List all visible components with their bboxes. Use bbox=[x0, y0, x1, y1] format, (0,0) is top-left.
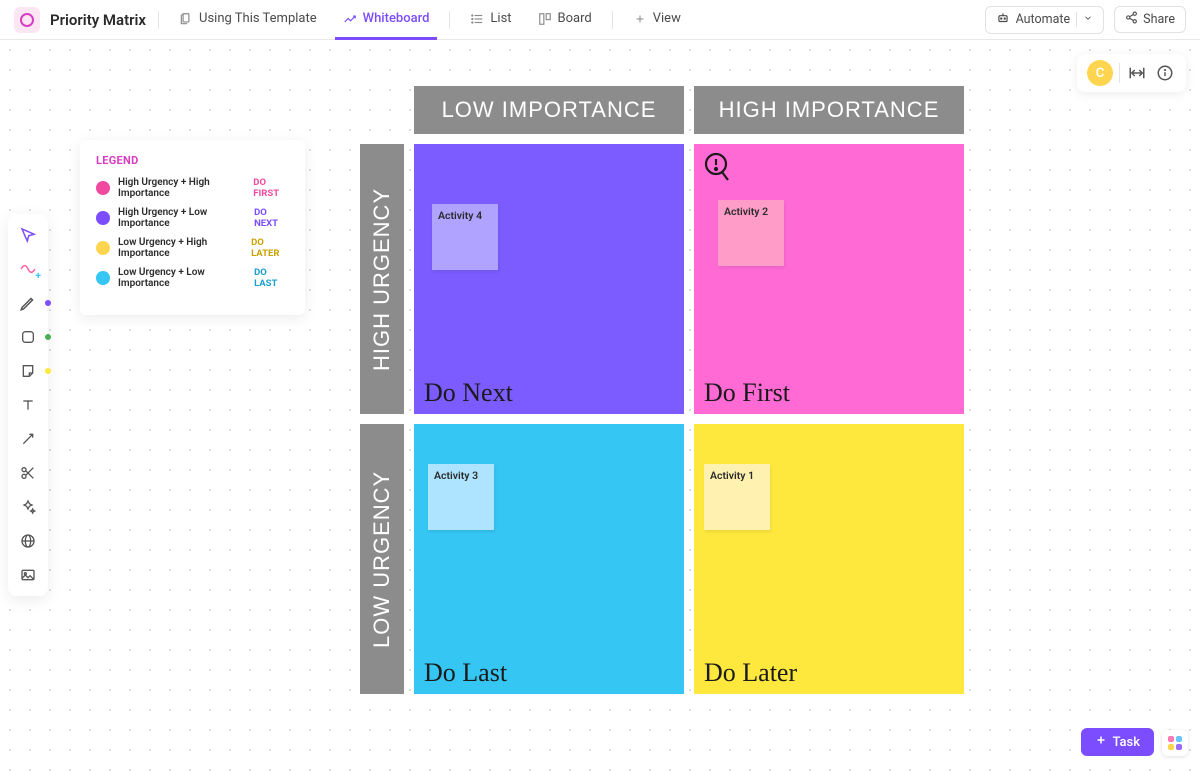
legend-text: High Urgency + Low Importance bbox=[118, 207, 246, 229]
apps-button[interactable] bbox=[1162, 730, 1188, 756]
legend-row: High Urgency + High Importance DO FIRST bbox=[96, 177, 289, 199]
canvas-corner-controls: C bbox=[1077, 54, 1186, 92]
legend-action: DO FIRST bbox=[253, 177, 289, 199]
web-tool[interactable] bbox=[13, 526, 43, 556]
legend-swatch bbox=[96, 181, 110, 195]
automate-button[interactable]: Automate bbox=[985, 6, 1105, 34]
info-icon[interactable] bbox=[1154, 62, 1176, 84]
legend-panel[interactable]: LEGEND High Urgency + High Importance DO… bbox=[80, 140, 305, 315]
legend-swatch bbox=[96, 211, 110, 225]
legend-text: Low Urgency + High Importance bbox=[118, 237, 243, 259]
legend-row: High Urgency + Low Importance DO NEXT bbox=[96, 207, 289, 229]
text-tool[interactable] bbox=[13, 390, 43, 420]
app-icon[interactable] bbox=[14, 7, 40, 33]
separator bbox=[612, 11, 613, 29]
row-header-low-urgency: LOW URGENCY bbox=[360, 424, 404, 694]
apps-grid-icon bbox=[1168, 736, 1182, 750]
left-toolbar: + bbox=[8, 214, 48, 596]
tab-using-template[interactable]: Using This Template bbox=[171, 0, 325, 40]
topbar: Priority Matrix Using This Template Whit… bbox=[0, 0, 1200, 40]
ai-tool[interactable] bbox=[13, 492, 43, 522]
robot-icon bbox=[996, 11, 1010, 29]
quadrant-label: Do Next bbox=[424, 378, 513, 408]
select-tool[interactable] bbox=[13, 220, 43, 250]
quadrant-do-later[interactable]: Activity 1 Do Later bbox=[694, 424, 964, 694]
board-icon bbox=[538, 12, 552, 26]
smart-shape-tool[interactable]: + bbox=[13, 254, 43, 284]
tab-whiteboard[interactable]: Whiteboard bbox=[335, 0, 438, 40]
col-header-low-importance: LOW IMPORTANCE bbox=[414, 86, 684, 134]
legend-action: DO LAST bbox=[254, 267, 289, 289]
legend-swatch bbox=[96, 241, 110, 255]
tab-board[interactable]: Board bbox=[530, 0, 600, 40]
whiteboard-canvas[interactable]: C + bbox=[0, 40, 1200, 772]
pen-tool[interactable] bbox=[13, 288, 43, 318]
share-label: Share bbox=[1143, 12, 1175, 27]
tab-label: Whiteboard bbox=[363, 11, 430, 26]
tab-label: View bbox=[653, 11, 681, 26]
legend-action: DO NEXT bbox=[254, 207, 289, 229]
quadrant-do-last[interactable]: Activity 3 Do Last bbox=[414, 424, 684, 694]
tab-label: Using This Template bbox=[199, 11, 317, 26]
connector-tool[interactable] bbox=[13, 424, 43, 454]
col-header-high-importance: HIGH IMPORTANCE bbox=[694, 86, 964, 134]
template-icon bbox=[179, 12, 193, 26]
tab-label: Board bbox=[558, 11, 592, 26]
new-task-button[interactable]: Task bbox=[1081, 728, 1154, 756]
share-icon bbox=[1125, 11, 1138, 28]
tab-label: List bbox=[490, 11, 511, 26]
quadrant-do-next[interactable]: Activity 4 Do Next bbox=[414, 144, 684, 414]
plus-icon bbox=[633, 12, 647, 26]
plus-icon bbox=[1095, 734, 1107, 750]
quadrant-label: Do Later bbox=[704, 658, 797, 688]
legend-action: DO LATER bbox=[251, 237, 289, 259]
task-label: Task bbox=[1112, 735, 1140, 750]
list-icon bbox=[470, 12, 484, 26]
image-tool[interactable] bbox=[13, 560, 43, 590]
legend-swatch bbox=[96, 271, 110, 285]
sticky-note[interactable]: Activity 1 bbox=[704, 464, 770, 530]
chevron-down-icon bbox=[1076, 12, 1093, 27]
attention-icon bbox=[704, 152, 730, 186]
quadrant-do-first[interactable]: Activity 2 Do First bbox=[694, 144, 964, 414]
legend-row: Low Urgency + Low Importance DO LAST bbox=[96, 267, 289, 289]
priority-matrix: LOW IMPORTANCE HIGH IMPORTANCE HIGH URGE… bbox=[360, 86, 964, 694]
row-header-high-urgency: HIGH URGENCY bbox=[360, 144, 404, 414]
legend-row: Low Urgency + High Importance DO LATER bbox=[96, 237, 289, 259]
shape-tool[interactable] bbox=[13, 322, 43, 352]
quadrant-label: Do Last bbox=[424, 658, 507, 688]
separator bbox=[449, 11, 450, 29]
avatar[interactable]: C bbox=[1087, 60, 1113, 86]
sticky-note[interactable]: Activity 2 bbox=[718, 200, 784, 266]
fit-width-icon[interactable] bbox=[1126, 62, 1148, 84]
legend-text: High Urgency + High Importance bbox=[118, 177, 245, 199]
sticky-note[interactable]: Activity 3 bbox=[428, 464, 494, 530]
tab-list[interactable]: List bbox=[462, 0, 519, 40]
whiteboard-icon bbox=[343, 12, 357, 26]
quadrant-label: Do First bbox=[704, 378, 790, 408]
scissors-tool[interactable] bbox=[13, 458, 43, 488]
tab-add-view[interactable]: View bbox=[625, 0, 689, 40]
automate-label: Automate bbox=[1016, 12, 1071, 27]
legend-text: Low Urgency + Low Importance bbox=[118, 267, 246, 289]
share-button[interactable]: Share bbox=[1114, 6, 1186, 33]
sticky-note[interactable]: Activity 4 bbox=[432, 204, 498, 270]
sticky-tool[interactable] bbox=[13, 356, 43, 386]
legend-title: LEGEND bbox=[96, 154, 289, 167]
page-title[interactable]: Priority Matrix bbox=[50, 11, 146, 29]
separator bbox=[158, 11, 159, 29]
